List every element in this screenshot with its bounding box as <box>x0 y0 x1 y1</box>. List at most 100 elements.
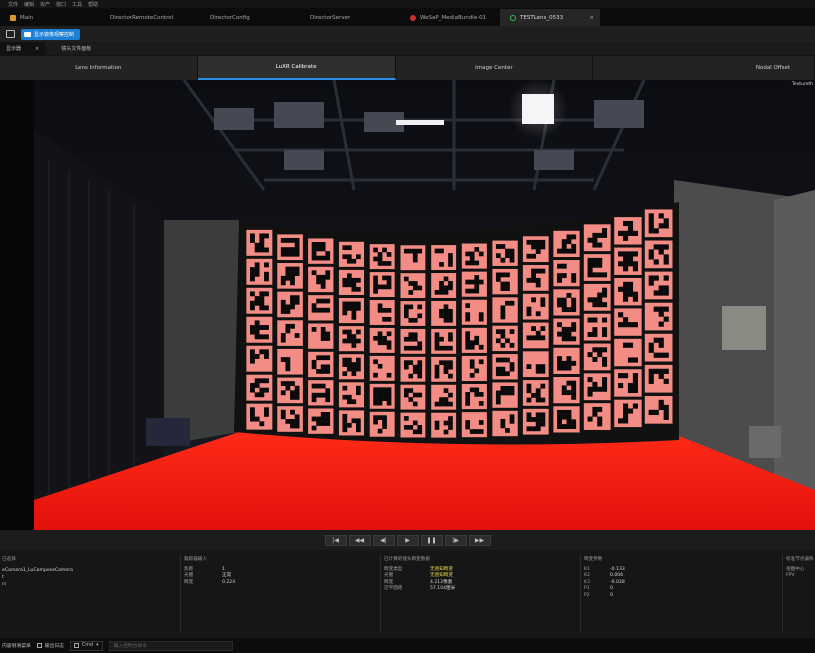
marker-cell <box>540 268 546 274</box>
marker-cell <box>434 364 440 370</box>
marker-cell <box>373 372 378 378</box>
menu-file[interactable]: 文件 <box>8 1 18 8</box>
play-button[interactable]: ▶ <box>396 534 419 546</box>
marker-cell <box>294 419 300 424</box>
content-drawer-label: 内容侧滑菜单 <box>2 644 31 649</box>
marker-cell <box>632 403 639 409</box>
close-icon[interactable]: × <box>35 46 39 52</box>
marker-cell <box>285 309 291 314</box>
content-drawer-button[interactable]: 内容侧滑菜单 <box>2 642 31 649</box>
marker-cell <box>658 321 664 327</box>
marker-cell <box>294 423 300 429</box>
console-command-input[interactable]: 输入控制台命令 <box>108 640 233 651</box>
marker-cell <box>465 424 471 430</box>
marker-cell <box>535 364 541 370</box>
marker-cell <box>526 277 532 283</box>
doc-tab-media-bundle[interactable]: WeSaP_MediaBundle-01 <box>400 9 500 26</box>
marker-cell <box>632 322 639 328</box>
marker-cell <box>592 272 598 278</box>
marker-cell <box>632 230 639 236</box>
output-log-button[interactable]: 输出日志 <box>36 642 64 649</box>
marker-cell <box>566 331 572 337</box>
marker-cell <box>653 306 659 312</box>
marker-cell <box>373 400 378 406</box>
camera-viewport[interactable]: Textureth <box>0 80 815 530</box>
pause-button[interactable]: ❚❚ <box>420 534 443 546</box>
marker-cell <box>587 386 593 392</box>
cmd-selector[interactable]: Cmd ▾ <box>70 640 103 651</box>
marker-cell <box>417 304 423 310</box>
media-capture-button[interactable]: 显示镜像观察控制 <box>21 28 81 40</box>
marker-cell <box>439 336 444 342</box>
marker-cell <box>602 317 608 323</box>
tab-image-center[interactable]: Image Center <box>396 56 594 80</box>
marker-cell <box>557 277 562 283</box>
marker-cell <box>254 242 260 248</box>
rewind-button[interactable]: ◀◀ <box>348 534 371 546</box>
step-forward-button[interactable]: |▶ <box>444 534 467 546</box>
marker-cell <box>592 237 598 243</box>
marker-cell <box>311 425 317 431</box>
marker-cell <box>587 416 593 422</box>
marker-cell <box>505 300 510 306</box>
marker-cell <box>250 411 255 417</box>
marker-cell <box>325 416 331 422</box>
menu-help[interactable]: 帮助 <box>88 1 98 8</box>
close-icon[interactable]: × <box>589 15 594 21</box>
marker-cell <box>443 420 449 426</box>
marker-cell <box>320 383 326 389</box>
output-log-label: 输出日志 <box>44 644 64 649</box>
log-icon <box>36 643 42 648</box>
marker-cell <box>557 273 562 279</box>
panel-tab-lens-file[interactable]: 镜头文件面板 <box>55 42 97 55</box>
marker-cell <box>526 311 532 317</box>
skip-to-start-button[interactable]: |◀ <box>324 534 347 546</box>
menu-tools[interactable]: 工具 <box>72 1 82 8</box>
marker-cell <box>587 237 593 243</box>
marker-cell <box>557 297 562 303</box>
marker-cell <box>561 409 567 415</box>
panel-tab-viewport[interactable]: 显示器 × <box>0 42 46 55</box>
marker-cell <box>658 337 664 343</box>
marker-cell <box>439 308 444 314</box>
marker-cell <box>561 365 567 371</box>
marker-cell <box>602 287 608 293</box>
marker-cell <box>495 357 501 363</box>
marker-cell <box>632 387 639 394</box>
marker-cell <box>648 378 654 384</box>
marker-cell <box>622 256 629 262</box>
menu-edit[interactable]: 编辑 <box>24 1 34 8</box>
marker-cell <box>663 285 669 291</box>
marker-cell <box>403 304 409 310</box>
tab-nodal-offset[interactable]: Nodal Offset <box>593 56 815 80</box>
marker-cell <box>443 308 449 314</box>
marker-cell <box>434 420 440 426</box>
menu-assets[interactable]: 资产 <box>40 1 50 8</box>
marker-cell <box>325 336 331 341</box>
step-back-button[interactable]: ◀| <box>372 534 395 546</box>
doc-tab-main[interactable]: Main <box>0 9 100 26</box>
marker-cell <box>250 349 255 355</box>
status-bar: 内容侧滑菜单 输出日志 Cmd ▾ 输入控制台命令 <box>0 638 815 653</box>
marker-cell <box>587 257 593 263</box>
marker-cell <box>627 291 634 297</box>
menu-window[interactable]: 窗口 <box>56 1 66 8</box>
marker-cell <box>434 336 440 342</box>
doc-tab-director-remote-control[interactable]: DirectorRemoteControl <box>100 9 200 26</box>
save-icon[interactable] <box>6 30 15 38</box>
marker-cell <box>408 332 414 338</box>
doc-tab-director-config[interactable]: DirectorConfig <box>200 9 300 26</box>
marker-cell <box>403 360 409 365</box>
tab-luxr-calibrate[interactable]: LuXR Calibrate <box>197 56 396 80</box>
marker-cell <box>439 281 444 286</box>
tab-lens-information[interactable]: Lens Information <box>0 56 198 80</box>
doc-tab-director-server[interactable]: DirectorServer <box>300 9 400 26</box>
fast-forward-button[interactable]: ▶▶ <box>468 534 491 546</box>
marker-cell <box>566 419 572 425</box>
doc-tab-test-lens[interactable]: TESTLens_0533 × <box>500 9 600 26</box>
marker-cell <box>648 275 654 281</box>
marker-cell <box>597 302 603 308</box>
marker-cell <box>465 392 471 397</box>
marker-cell <box>356 422 361 428</box>
marker-cell <box>566 380 572 386</box>
